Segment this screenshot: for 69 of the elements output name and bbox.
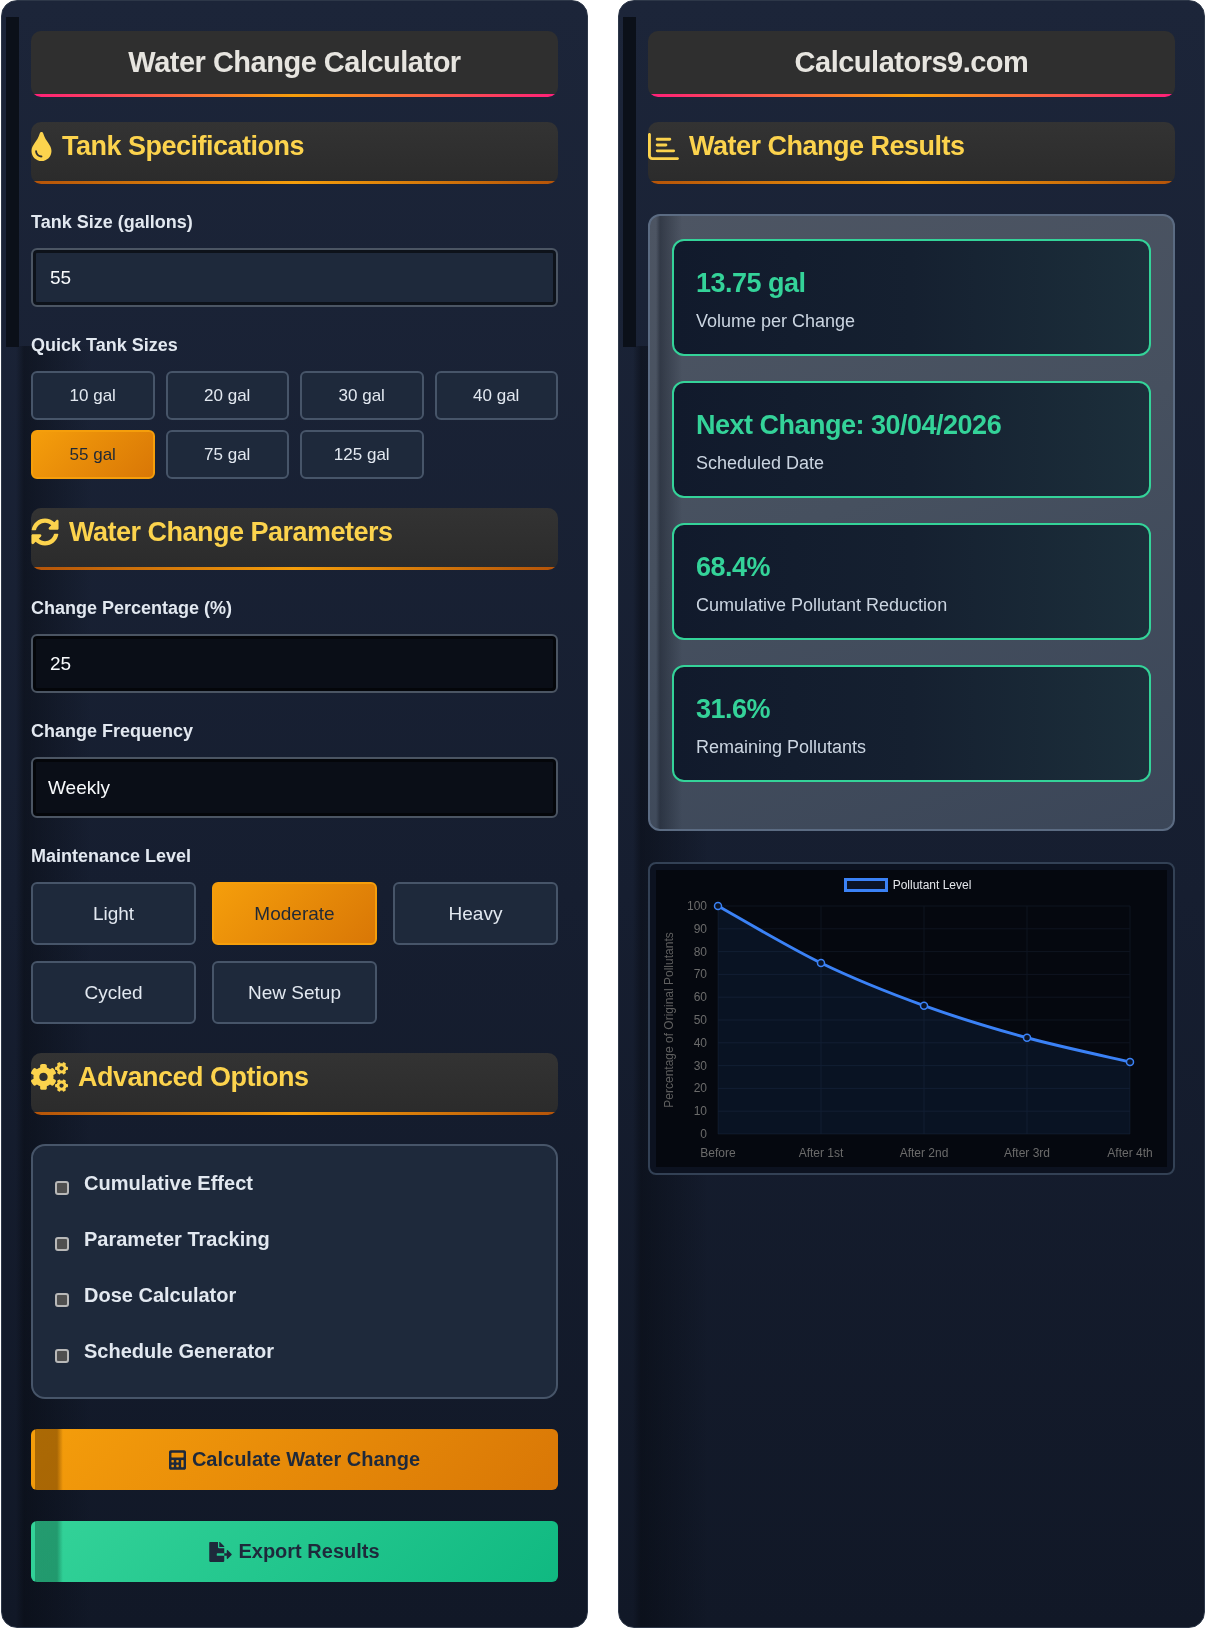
y-tick-label: 70 <box>693 967 707 982</box>
calculator-icon <box>168 1449 186 1470</box>
tank-size-button[interactable]: 20 gal <box>165 371 289 420</box>
maintenance-level-button[interactable]: Moderate <box>212 882 377 945</box>
y-tick-label: 60 <box>693 990 707 1005</box>
x-tick-label: After 2nd <box>899 1146 949 1160</box>
result-value: 68.4% <box>696 551 772 584</box>
y-tick-label: 50 <box>693 1013 707 1027</box>
tank-size-button[interactable]: 40 gal <box>434 371 558 420</box>
tank-size-button[interactable]: 125 gal <box>300 430 424 479</box>
maintenance-level-button[interactable]: Heavy <box>393 882 558 945</box>
maintenance-level-button[interactable]: Light <box>31 882 196 945</box>
checkbox[interactable] <box>55 1180 69 1195</box>
result-value: Next Change: 30/04/2026 <box>696 409 1003 442</box>
y-tick-label: 30 <box>693 1058 707 1073</box>
y-axis-title: Percentage of Original Pollutants <box>662 932 677 1108</box>
y-tick-label: 100 <box>686 899 707 913</box>
export-button[interactable]: Export Results <box>31 1521 558 1582</box>
y-tick-label: 40 <box>693 1035 707 1050</box>
field-label: Quick Tank Sizes <box>31 334 179 356</box>
gears-icon <box>31 1062 68 1092</box>
result-value: 31.6% <box>696 693 772 726</box>
result-label: Scheduled Date <box>696 452 826 474</box>
field-label: Tank Size (gallons) <box>31 211 194 233</box>
percentage-input[interactable]: 25 <box>31 634 558 693</box>
option-label[interactable]: Schedule Generator <box>84 1339 275 1363</box>
y-tick-label: 10 <box>693 1104 707 1119</box>
tank-size-button[interactable]: 30 gal <box>300 371 424 420</box>
legend-label: Pollutant Level <box>892 878 972 892</box>
maintenance-level-button[interactable]: Cycled <box>31 961 196 1024</box>
field-label: Change Percentage (%) <box>31 597 234 619</box>
y-tick-label: 90 <box>693 921 707 936</box>
section-title: Advanced Options <box>78 1061 309 1093</box>
x-tick-label: After 4th <box>1107 1146 1153 1160</box>
calculator-title: Water Change Calculator <box>128 46 461 79</box>
result-label: Remaining Pollutants <box>696 736 868 758</box>
result-label: Volume per Change <box>696 310 857 332</box>
y-tick-label: 0 <box>700 1127 707 1141</box>
bar-chart-icon <box>648 130 679 162</box>
x-tick-label: After 3rd <box>1004 1146 1050 1160</box>
tank-size-input[interactable]: 55 <box>31 248 558 307</box>
x-tick-label: Before <box>700 1146 736 1160</box>
checkbox[interactable] <box>55 1348 69 1363</box>
tank-size-button[interactable]: 55 gal <box>31 430 155 479</box>
y-tick-label: 80 <box>693 944 707 959</box>
option-label[interactable]: Parameter Tracking <box>84 1227 270 1251</box>
result-value: 13.75 gal <box>696 267 807 300</box>
refresh-icon <box>31 518 59 546</box>
tank-size-button[interactable]: 75 gal <box>165 430 289 479</box>
field-label: Change Frequency <box>31 720 195 742</box>
checkbox[interactable] <box>55 1236 69 1251</box>
droplet-icon <box>31 131 52 161</box>
tank-size-button[interactable]: 10 gal <box>31 371 155 420</box>
legend-swatch-icon <box>843 878 888 892</box>
maintenance-level-button[interactable]: New Setup <box>212 961 377 1024</box>
section-title: Tank Specifications <box>62 130 305 162</box>
section-title: Water Change Results <box>689 130 965 162</box>
section-title: Water Change Parameters <box>69 516 393 548</box>
file-arrow-icon <box>209 1541 233 1562</box>
field-label: Maintenance Level <box>31 845 193 867</box>
result-label: Cumulative Pollutant Reduction <box>696 594 949 616</box>
option-label[interactable]: Cumulative Effect <box>84 1171 253 1195</box>
option-label[interactable]: Dose Calculator <box>84 1283 237 1307</box>
site-title: Calculators9.com <box>794 46 1029 79</box>
frequency-dropdown[interactable]: Weekly <box>31 757 558 818</box>
x-tick-label: After 1st <box>798 1146 844 1160</box>
y-tick-label: 20 <box>693 1081 707 1096</box>
calculate-button[interactable]: Calculate Water Change <box>31 1429 558 1490</box>
checkbox[interactable] <box>55 1292 69 1307</box>
